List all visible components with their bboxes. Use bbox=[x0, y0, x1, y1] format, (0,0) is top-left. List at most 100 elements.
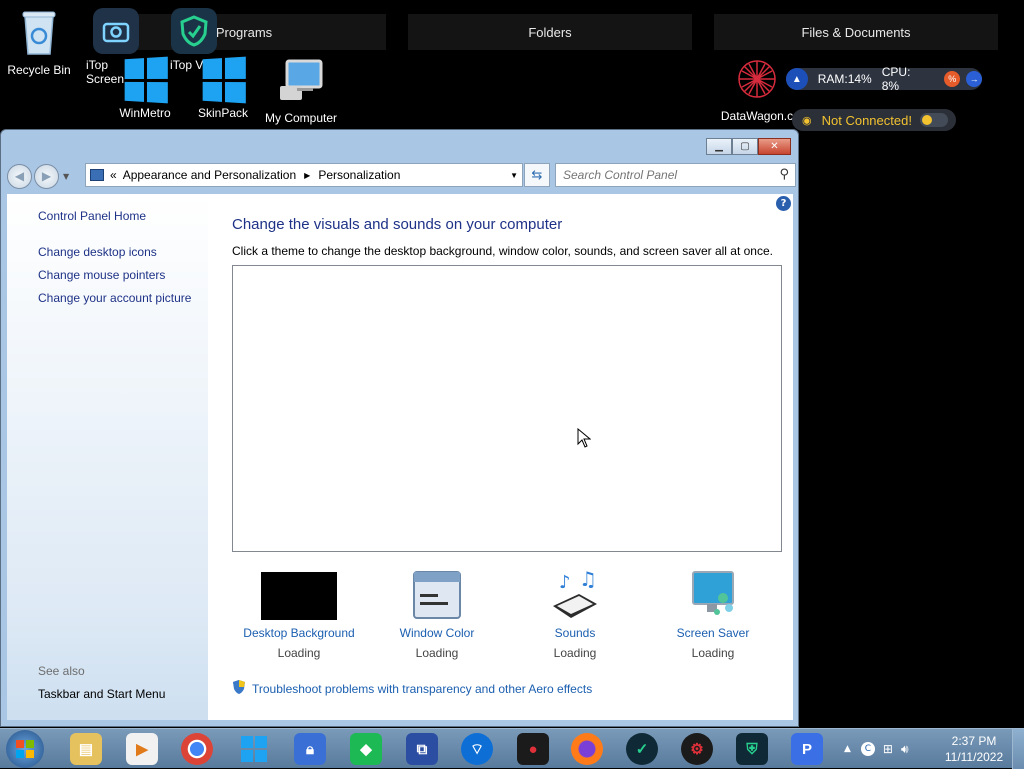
iobit-icon[interactable]: ⚙ bbox=[681, 733, 713, 765]
screen-recorder-icon[interactable]: ● bbox=[517, 733, 549, 765]
system-tray: ▲ C ⊞ 🔊︎ bbox=[844, 729, 909, 769]
clock-date: 11/11/2022 bbox=[944, 750, 1004, 764]
svg-text:♪: ♪ bbox=[559, 572, 571, 593]
theme-list[interactable] bbox=[232, 265, 782, 552]
screen-tool-icon[interactable]: ⧉ bbox=[406, 733, 438, 765]
forward-button[interactable]: ▶ bbox=[34, 163, 59, 189]
page-title: Change the visuals and sounds on your co… bbox=[232, 216, 563, 233]
breadcrumb-overflow[interactable]: « bbox=[110, 168, 117, 182]
shield-check-icon[interactable]: ✓ bbox=[626, 733, 658, 765]
change-mouse-pointers-link[interactable]: Change mouse pointers bbox=[38, 268, 165, 282]
taskbar-clock[interactable]: 2:37 PM 11/11/2022 bbox=[936, 733, 1012, 765]
clock-time: 2:37 PM bbox=[951, 734, 997, 748]
change-desktop-icons-link[interactable]: Change desktop icons bbox=[38, 245, 157, 259]
desktop-background-icon bbox=[232, 570, 366, 620]
main-content: ? Change the visuals and sounds on your … bbox=[208, 194, 793, 720]
option-label[interactable]: Desktop Background bbox=[232, 626, 366, 640]
control-panel-window: ▁ ▢ ✕ ◀ ▶ ▼ « Appearance and Personaliza… bbox=[0, 129, 799, 727]
breadcrumb-separator-icon[interactable]: ▶ bbox=[304, 171, 310, 180]
show-desktop-button[interactable] bbox=[1012, 729, 1024, 769]
start-button[interactable] bbox=[6, 730, 44, 768]
recycle-bin-icon bbox=[0, 8, 82, 59]
desktop-icon-recycle-bin[interactable]: Recycle Bin bbox=[0, 8, 82, 77]
refresh-button[interactable]: ⇆ bbox=[524, 163, 550, 187]
option-label[interactable]: Screen Saver bbox=[646, 626, 780, 640]
firefox-icon[interactable] bbox=[571, 733, 603, 765]
taskbar-start-menu-link[interactable]: Taskbar and Start Menu bbox=[38, 687, 165, 701]
aero-troubleshoot-link[interactable]: Troubleshoot problems with transparency … bbox=[232, 679, 592, 698]
option-status: Loading bbox=[553, 646, 597, 660]
fence-title: Folders bbox=[528, 24, 572, 40]
minimize-button[interactable]: ▁ bbox=[706, 138, 732, 155]
skinpack-icon bbox=[202, 56, 246, 104]
winmetro-icon bbox=[124, 56, 168, 104]
address-bar[interactable]: « Appearance and Personalization ▶ Perso… bbox=[85, 163, 523, 187]
search-input[interactable] bbox=[556, 164, 766, 186]
lock-app-icon[interactable]: 🔒︎ bbox=[294, 733, 326, 765]
aero-link-text[interactable]: Troubleshoot problems with transparency … bbox=[252, 682, 592, 696]
change-account-picture-link[interactable]: Change your account picture bbox=[38, 291, 191, 305]
signal-icon: ◉ bbox=[802, 114, 812, 127]
itop-screen-recorder-icon bbox=[93, 8, 139, 54]
arrow-right-icon: → bbox=[966, 71, 982, 87]
screen-saver-icon bbox=[646, 570, 780, 620]
search-box[interactable]: ⚲ bbox=[555, 163, 796, 187]
recent-pages-icon[interactable]: ▼ bbox=[63, 172, 69, 181]
back-button[interactable]: ◀ bbox=[7, 163, 32, 189]
option-label[interactable]: Sounds bbox=[508, 626, 642, 640]
address-dropdown-icon[interactable]: ▼ bbox=[510, 171, 518, 180]
option-label[interactable]: Window Color bbox=[370, 626, 504, 640]
my-computer-icon bbox=[258, 58, 344, 107]
option-status: Loading bbox=[415, 646, 459, 660]
file-explorer-icon[interactable]: ▤ bbox=[70, 733, 102, 765]
boost-icon: % bbox=[944, 71, 961, 87]
desktop-icon-my-computer[interactable]: My Computer bbox=[258, 58, 344, 125]
maximize-button[interactable]: ▢ bbox=[732, 138, 758, 155]
task-pane: Control Panel Home Change desktop icons … bbox=[7, 194, 208, 720]
page-description: Click a theme to change the desktop back… bbox=[232, 244, 773, 258]
caption-buttons: ▁ ▢ ✕ bbox=[706, 138, 791, 155]
icon-label: DataWagon.c bbox=[720, 109, 794, 123]
desktop: Programs Folders Files & Documents Recyc… bbox=[0, 0, 1024, 769]
media-player-icon[interactable]: ▶ bbox=[126, 733, 158, 765]
control-panel-icon bbox=[90, 169, 104, 181]
shopping-bag-icon[interactable]: ◆ bbox=[350, 733, 382, 765]
desktop-icon-skinpack[interactable]: SkinPack bbox=[180, 56, 266, 120]
window-color-option[interactable]: Window Color Loading bbox=[370, 570, 504, 660]
vpn-status-gadget[interactable]: ◉ Not Connected! bbox=[792, 109, 956, 131]
windows-tiles-icon[interactable] bbox=[238, 733, 270, 765]
breadcrumb-item[interactable]: Personalization bbox=[318, 168, 400, 182]
volume-icon[interactable]: 🔊︎ bbox=[901, 742, 909, 757]
fence-folders[interactable]: Folders bbox=[408, 14, 692, 50]
desktop-icon-winmetro[interactable]: WinMetro bbox=[102, 56, 188, 120]
cpu-usage: CPU: 8% bbox=[881, 65, 911, 93]
wifi-vpn-icon[interactable]: ⌔ bbox=[461, 733, 493, 765]
desktop-background-option[interactable]: Desktop Background Loading bbox=[232, 570, 366, 660]
network-icon[interactable]: ⊞ bbox=[883, 742, 893, 756]
windows-logo-icon bbox=[16, 740, 34, 758]
window-color-icon bbox=[370, 570, 504, 620]
sounds-option[interactable]: ♪ ♫ Sounds Loading bbox=[508, 570, 642, 660]
search-icon[interactable]: ⚲ bbox=[779, 167, 789, 182]
tray-app-icon[interactable]: C bbox=[860, 742, 875, 756]
ram-usage: RAM:14% bbox=[817, 72, 872, 86]
control-panel-home-link[interactable]: Control Panel Home bbox=[38, 209, 146, 223]
option-status: Loading bbox=[691, 646, 735, 660]
vpn-status-text: Not Connected! bbox=[821, 112, 912, 128]
system-monitor-gadget[interactable]: ▲ RAM:14% CPU: 8% % → bbox=[786, 65, 982, 93]
itop-vpn-taskbar-icon[interactable]: ⛨ bbox=[736, 733, 768, 765]
help-icon[interactable]: ? bbox=[776, 196, 791, 211]
show-hidden-icons[interactable]: ▲ bbox=[844, 744, 851, 754]
desktop-icon-datawagon[interactable]: DataWagon.c bbox=[714, 56, 800, 123]
fence-files-documents[interactable]: Files & Documents bbox=[714, 14, 998, 50]
itop-vpn-icon bbox=[171, 8, 217, 54]
screen-saver-option[interactable]: Screen Saver Loading bbox=[646, 570, 780, 660]
rocket-icon: ▲ bbox=[786, 68, 808, 90]
option-status: Loading bbox=[277, 646, 321, 660]
p-app-icon[interactable]: P bbox=[791, 733, 823, 765]
chrome-icon[interactable] bbox=[181, 733, 213, 765]
breadcrumb-item[interactable]: Appearance and Personalization bbox=[123, 168, 296, 182]
vpn-toggle[interactable] bbox=[919, 113, 948, 127]
close-button[interactable]: ✕ bbox=[758, 138, 791, 155]
svg-text:♫: ♫ bbox=[579, 570, 597, 591]
